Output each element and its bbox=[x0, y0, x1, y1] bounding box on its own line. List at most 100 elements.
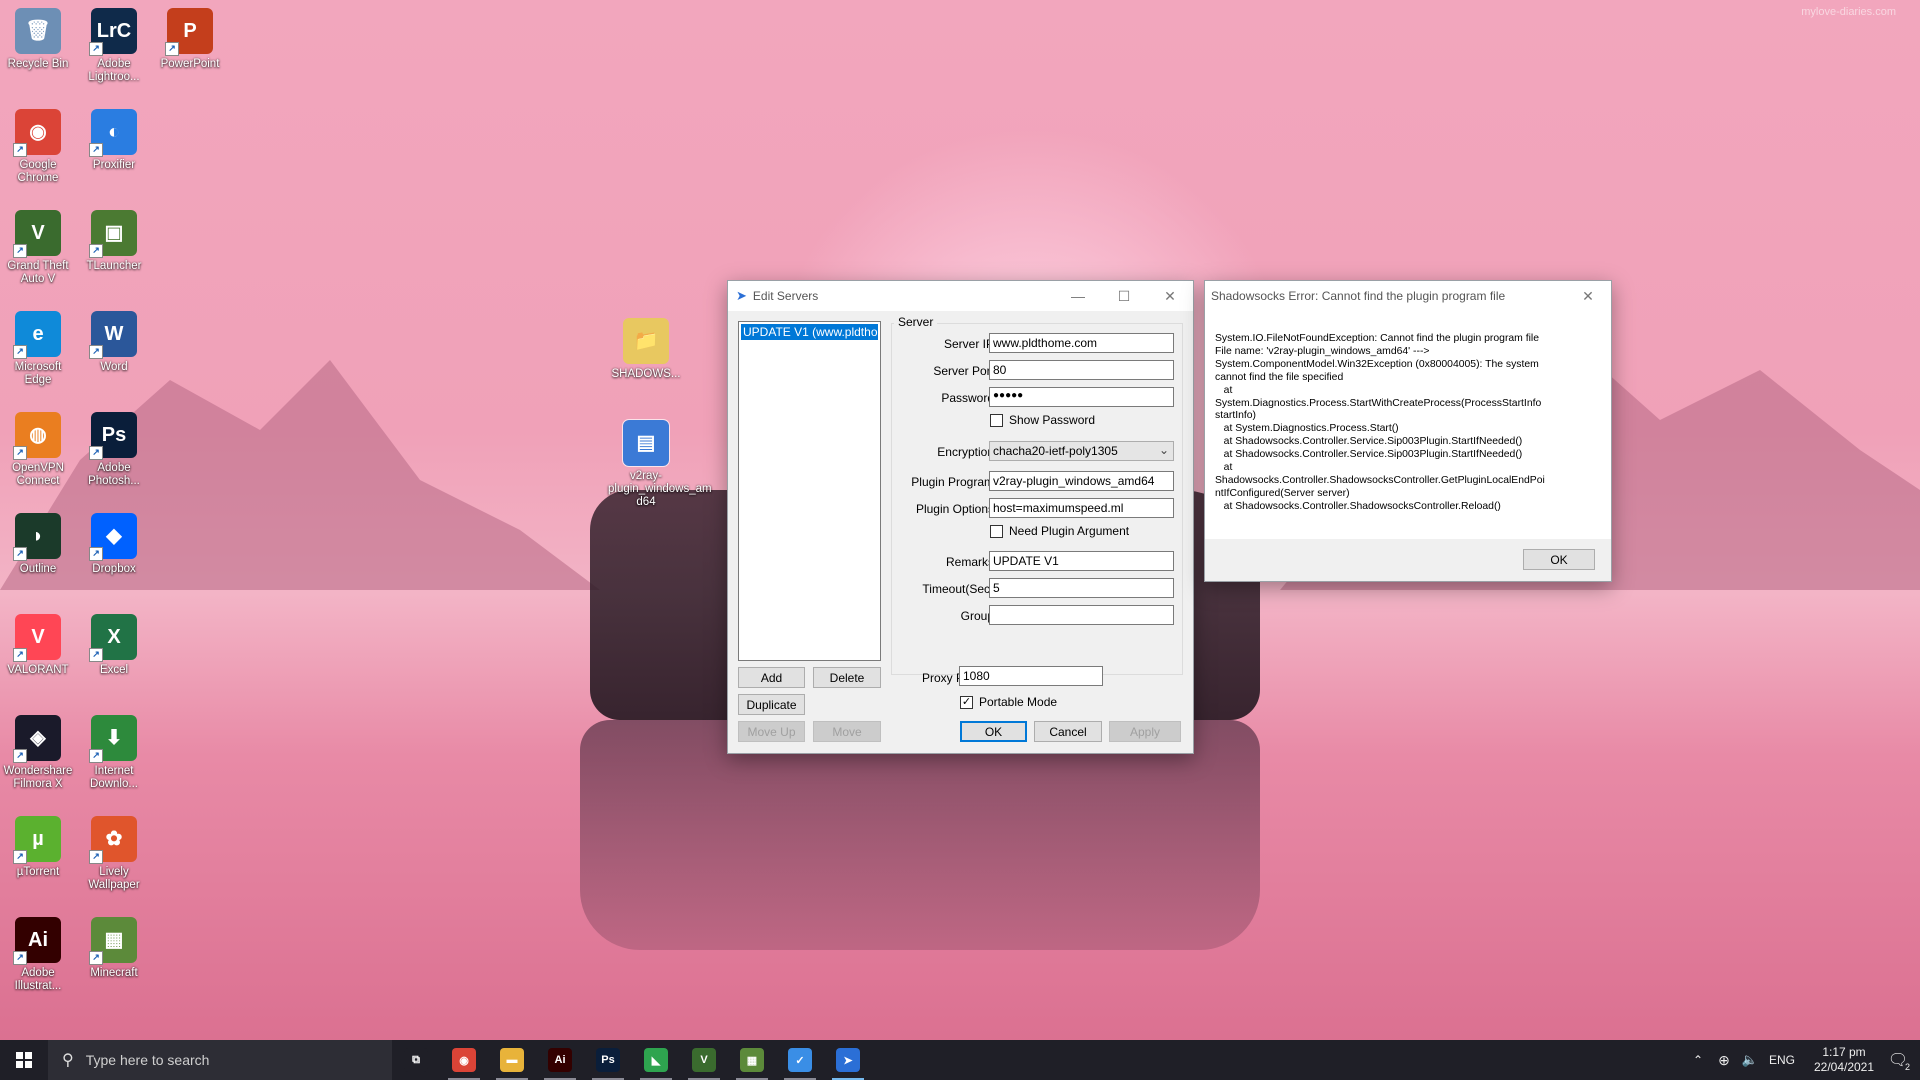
error-ok-button[interactable]: OK bbox=[1523, 549, 1595, 570]
desktop-icon[interactable]: ◆ ↗ Dropbox bbox=[76, 513, 152, 576]
app-icon: 📁 bbox=[623, 318, 669, 364]
edit-servers-titlebar[interactable]: ➤ Edit Servers — ☐ ✕ bbox=[728, 281, 1193, 311]
error-message-line: Shadowsocks.Controller.ShadowsocksContro… bbox=[1215, 474, 1545, 486]
desktop-icon-label: Adobe Illustrat... bbox=[14, 967, 62, 992]
proxy-port-input[interactable]: 1080 bbox=[959, 666, 1103, 686]
plugin-program-label: Plugin Program bbox=[911, 475, 994, 489]
desktop-icon[interactable]: ▤ v2ray-plugin_windows_am d64 bbox=[608, 419, 712, 509]
plugin-program-input[interactable]: v2ray-plugin_windows_amd64 bbox=[989, 471, 1174, 491]
app-icon: V ↗ bbox=[13, 210, 61, 258]
desktop-icon[interactable]: ◈ ↗ Wondershare Filmora X bbox=[0, 715, 76, 791]
taskbar-app-task-view[interactable]: ⧉ bbox=[392, 1040, 440, 1080]
desktop-icon-label: Proxifier bbox=[92, 159, 136, 171]
volume-icon[interactable]: 🔈 bbox=[1738, 1040, 1762, 1080]
move-down-button[interactable]: Move bbox=[813, 721, 881, 742]
desktop-icon[interactable]: 📁 SHADOWS... bbox=[608, 318, 684, 381]
desktop-icon[interactable]: ✿ ↗ Lively Wallpaper bbox=[76, 816, 152, 892]
taskbar-app-v2ray[interactable]: ✓ bbox=[776, 1040, 824, 1080]
shortcut-arrow-icon: ↗ bbox=[13, 244, 27, 258]
desktop-icon[interactable]: Ai ↗ Adobe Illustrat... bbox=[0, 917, 76, 993]
shortcut-arrow-icon: ↗ bbox=[13, 143, 27, 157]
clock[interactable]: 1:17 pm 22/04/2021 bbox=[1806, 1040, 1882, 1080]
desktop-icon-label: Grand Theft Auto V bbox=[7, 260, 69, 285]
taskbar-app-file-explorer[interactable]: ▬ bbox=[488, 1040, 536, 1080]
taskbar-app-chrome[interactable]: ◉ bbox=[440, 1040, 488, 1080]
desktop-icon[interactable]: e ↗ Microsoft Edge bbox=[0, 311, 76, 387]
password-label: Password bbox=[941, 391, 994, 405]
desktop-icon[interactable]: X ↗ Excel bbox=[76, 614, 152, 677]
desktop-icon[interactable]: ▣ ↗ TLauncher bbox=[76, 210, 152, 273]
language-indicator[interactable]: ENG bbox=[1764, 1040, 1800, 1080]
minimize-icon[interactable]: — bbox=[1055, 281, 1101, 311]
password-input[interactable]: ●●●●● bbox=[989, 387, 1174, 407]
desktop-icon-label: v2ray-plugin_windows_am d64 bbox=[608, 470, 712, 508]
notification-center[interactable]: 🗨 2 bbox=[1880, 1040, 1916, 1080]
shortcut-arrow-icon: ↗ bbox=[13, 951, 27, 965]
app-icon: ⬇ ↗ bbox=[89, 715, 137, 763]
plugin-options-input[interactable]: host=maximumspeed.ml bbox=[989, 498, 1174, 518]
desktop-icon[interactable]: ◍ ↗ OpenVPN Connect bbox=[0, 412, 76, 488]
desktop-icon[interactable]: µ ↗ µTorrent bbox=[0, 816, 76, 879]
server-port-input[interactable]: 80 bbox=[989, 360, 1174, 380]
desktop-icon[interactable]: ◗ ↗ Outline bbox=[0, 513, 76, 576]
desktop-icon[interactable]: ⬇ ↗ Internet Downlo... bbox=[76, 715, 152, 791]
desktop-icon[interactable]: ▦ ↗ Minecraft bbox=[76, 917, 152, 980]
taskbar-app-gta[interactable]: V bbox=[680, 1040, 728, 1080]
desktop-icon[interactable]: P ↗ PowerPoint bbox=[152, 8, 228, 71]
desktop-icon[interactable]: Ps ↗ Adobe Photosh... bbox=[76, 412, 152, 488]
plugin-options-label: Plugin Options bbox=[915, 502, 994, 516]
close-icon[interactable]: ✕ bbox=[1147, 281, 1193, 311]
desktop-icon-label: SHADOWS... bbox=[611, 368, 681, 380]
move-up-button[interactable]: Move Up bbox=[738, 721, 805, 742]
search-icon: ⚲ bbox=[62, 1052, 74, 1069]
app-icon: W ↗ bbox=[89, 311, 137, 359]
show-hidden-icons-icon[interactable]: ⌃ bbox=[1688, 1040, 1708, 1080]
server-ip-input[interactable]: www.pldthome.com bbox=[989, 333, 1174, 353]
taskbar-app-minecraft[interactable]: ▦ bbox=[728, 1040, 776, 1080]
error-message-line: at bbox=[1215, 384, 1233, 396]
desktop-icon[interactable]: LrC ↗ Adobe Lightroo... bbox=[76, 8, 152, 84]
app-icon: ◍ ↗ bbox=[13, 412, 61, 460]
wallpaper-watermark: mylove-diaries.com bbox=[1801, 6, 1896, 18]
desktop-icon[interactable]: W ↗ Word bbox=[76, 311, 152, 374]
shortcut-arrow-icon: ↗ bbox=[89, 345, 103, 359]
server-list[interactable]: UPDATE V1 (www.pldthom bbox=[738, 321, 881, 661]
close-icon[interactable]: ✕ bbox=[1565, 281, 1611, 311]
show-password-checkbox[interactable]: Show Password bbox=[990, 413, 1095, 427]
checkbox-box[interactable] bbox=[990, 413, 1003, 427]
search-box[interactable]: ⚲ Type here to search bbox=[48, 1040, 392, 1080]
add-button[interactable]: Add bbox=[738, 667, 805, 688]
portable-mode-checkbox[interactable]: ✓ Portable Mode bbox=[960, 695, 1057, 709]
need-plugin-argument-checkbox[interactable]: Need Plugin Argument bbox=[990, 524, 1129, 538]
server-list-item[interactable]: UPDATE V1 (www.pldthom bbox=[741, 324, 878, 340]
delete-button[interactable]: Delete bbox=[813, 667, 881, 688]
desktop-icon[interactable]: V ↗ VALORANT bbox=[0, 614, 76, 677]
shortcut-arrow-icon: ↗ bbox=[13, 446, 27, 460]
error-message-line: System.IO.FileNotFoundException: Cannot … bbox=[1215, 333, 1540, 344]
taskbar-app-photoshop[interactable]: Ps bbox=[584, 1040, 632, 1080]
network-globe-icon[interactable]: ⊕ bbox=[1712, 1040, 1736, 1080]
server-port-label: Server Port bbox=[933, 364, 994, 378]
taskbar-app-illustrator[interactable]: Ai bbox=[536, 1040, 584, 1080]
duplicate-button[interactable]: Duplicate bbox=[738, 694, 805, 715]
cancel-button[interactable]: Cancel bbox=[1034, 721, 1102, 742]
desktop-icon[interactable]: 🗑 Recycle Bin bbox=[0, 8, 76, 71]
maximize-icon[interactable]: ☐ bbox=[1101, 281, 1147, 311]
shortcut-arrow-icon: ↗ bbox=[13, 850, 27, 864]
taskbar-app-filmora[interactable]: ◣ bbox=[632, 1040, 680, 1080]
encryption-value: chacha20-ietf-poly1305 bbox=[993, 444, 1118, 458]
start-button[interactable] bbox=[0, 1040, 48, 1080]
desktop-icon[interactable]: ◉ ↗ Google Chrome bbox=[0, 109, 76, 185]
group-input[interactable] bbox=[989, 605, 1174, 625]
checkbox-box[interactable] bbox=[990, 524, 1003, 538]
ok-button[interactable]: OK bbox=[960, 721, 1027, 742]
encryption-select[interactable]: chacha20-ietf-poly1305 ⌄ bbox=[989, 441, 1174, 461]
checkmark-icon[interactable]: ✓ bbox=[960, 695, 973, 709]
apply-button[interactable]: Apply bbox=[1109, 721, 1181, 742]
taskbar-app-shadowsocks[interactable]: ➤ bbox=[824, 1040, 872, 1080]
remarks-input[interactable]: UPDATE V1 bbox=[989, 551, 1174, 571]
timeout-input[interactable]: 5 bbox=[989, 578, 1174, 598]
error-dialog-titlebar[interactable]: Shadowsocks Error: Cannot find the plugi… bbox=[1205, 281, 1611, 311]
desktop-icon[interactable]: V ↗ Grand Theft Auto V bbox=[0, 210, 76, 286]
desktop-icon[interactable]: ◐ ↗ Proxifier bbox=[76, 109, 152, 172]
